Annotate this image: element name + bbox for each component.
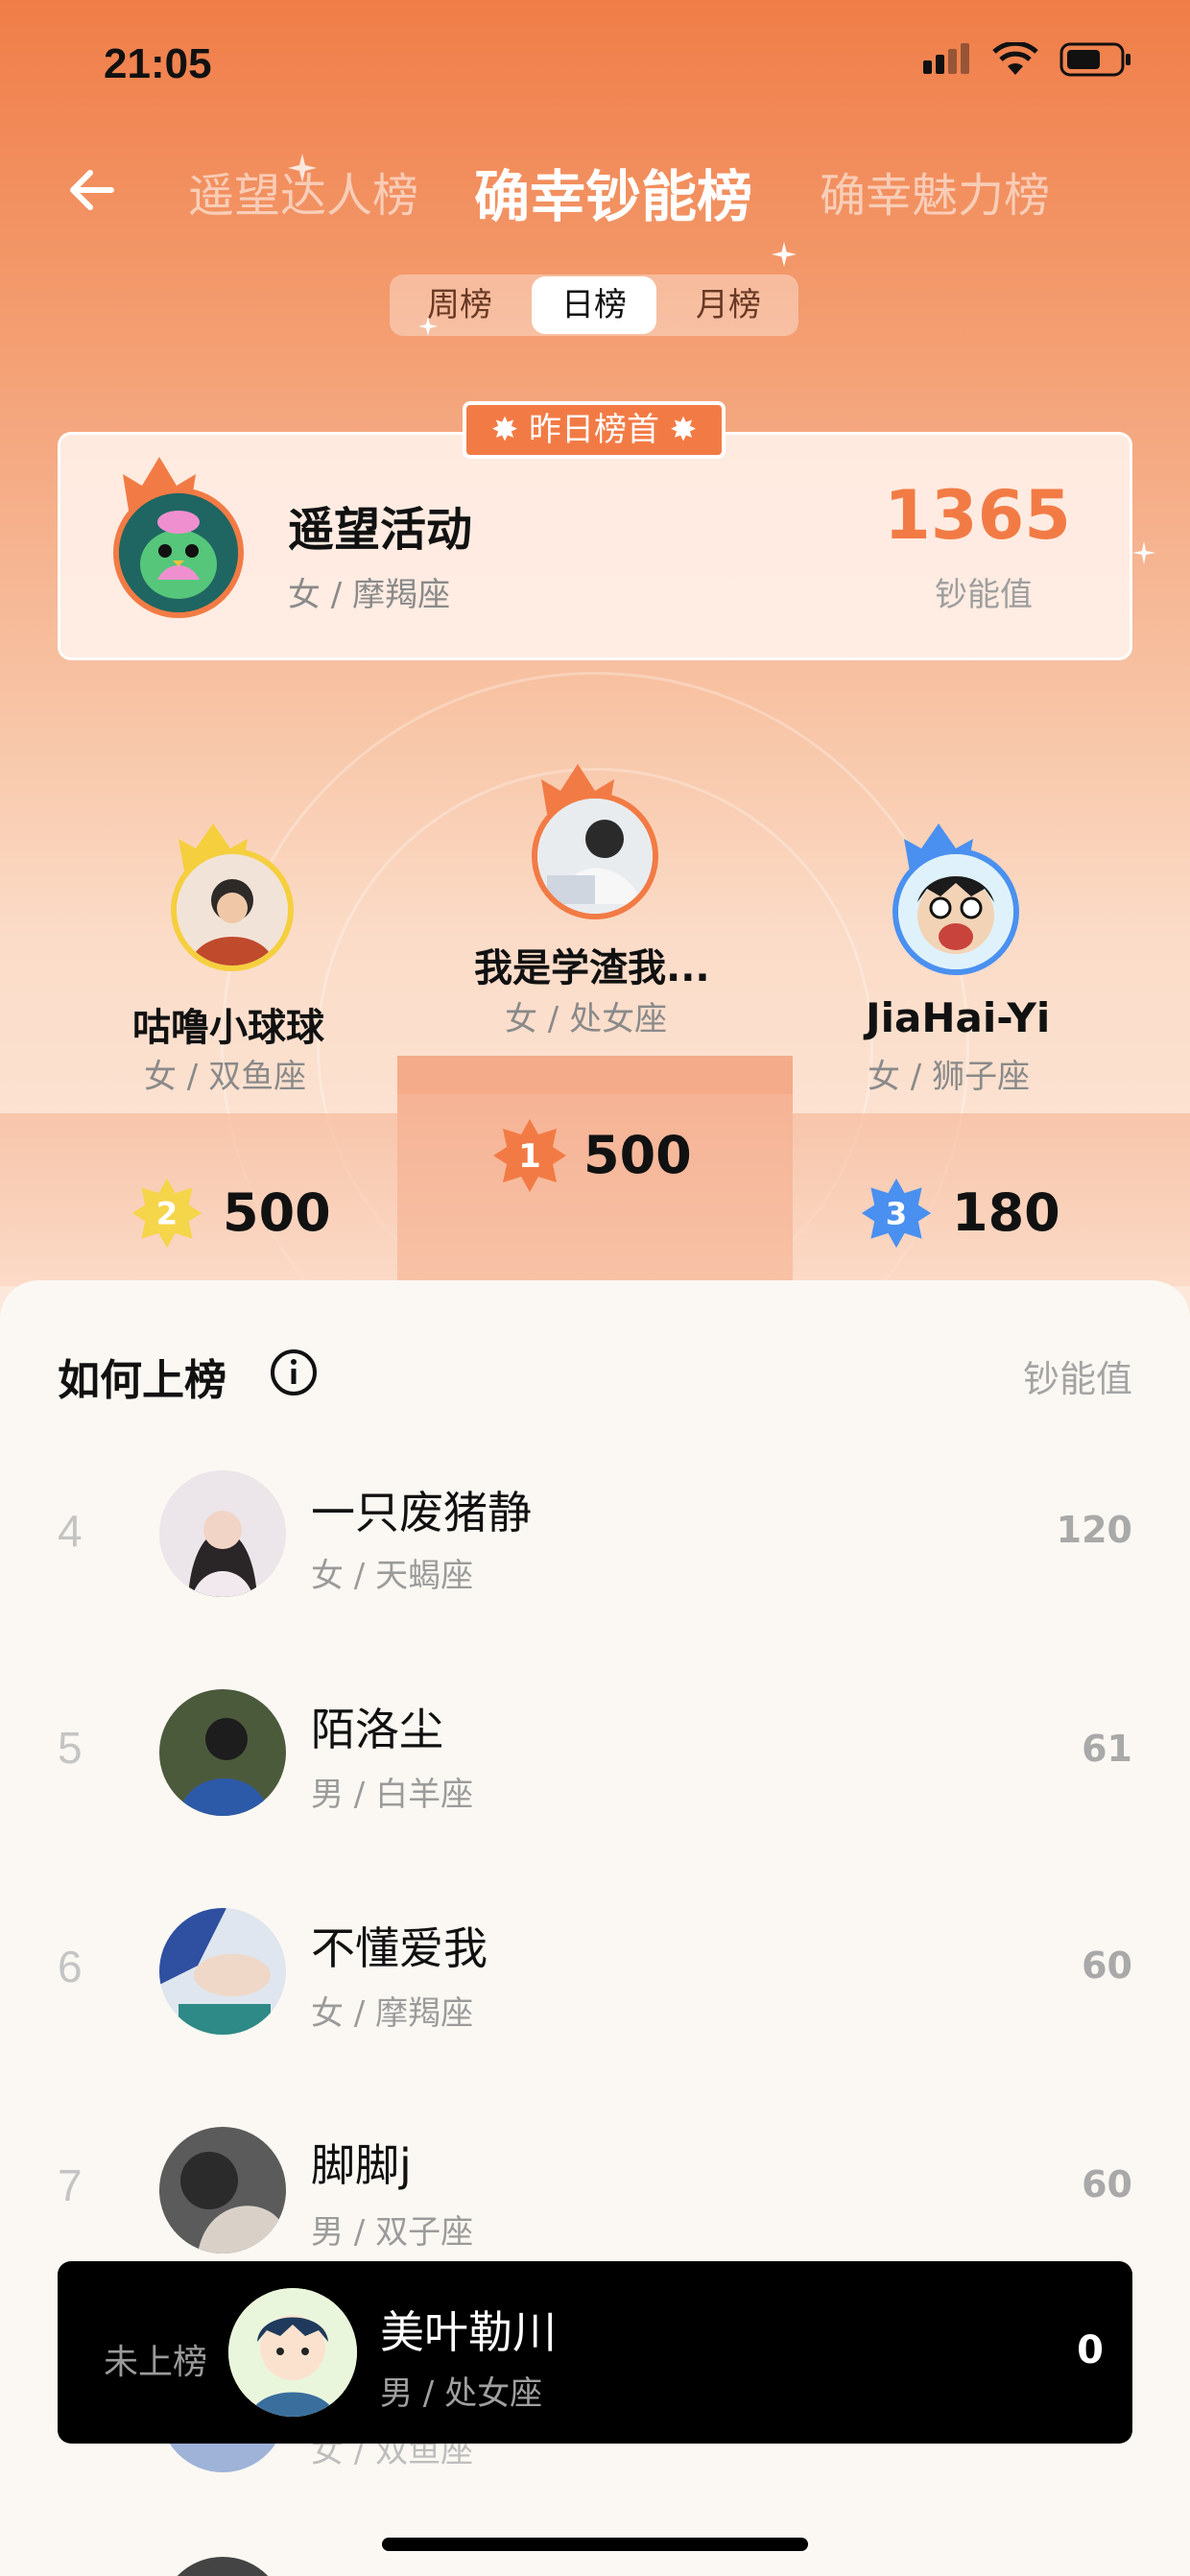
- podium-third-name: JiaHai-Yi: [866, 994, 1051, 1041]
- rank-3-badge-icon: 3: [861, 1178, 932, 1249]
- yesterday-top-sub: 女 / 摩羯座: [288, 576, 451, 614]
- avatar: [892, 848, 1019, 975]
- my-ranking-bar[interactable]: [58, 2261, 1132, 2444]
- row-score: 61: [1082, 1728, 1132, 1770]
- row-name: 一只废猪静: [311, 1487, 532, 1538]
- info-icon[interactable]: [269, 1348, 319, 1397]
- rank-1-badge-icon: 1: [493, 1119, 566, 1192]
- row-score: 60: [1082, 1944, 1132, 1987]
- avatar: [171, 848, 294, 971]
- podium-second-name: 咕噜小球球: [132, 1006, 324, 1050]
- battery-icon: [1059, 42, 1130, 77]
- avatar: [532, 793, 658, 919]
- row-sub: 男 / 白羊座: [311, 1776, 474, 1814]
- podium-third-sub: 女 / 狮子座: [868, 1058, 1031, 1096]
- row-sub: 女 / 摩羯座: [311, 1994, 474, 2033]
- tab-yaowang-talent[interactable]: 遥望达人榜: [188, 157, 418, 225]
- photo-avatar-icon: [159, 1470, 286, 1597]
- row-name: 脚脚j: [311, 2139, 412, 2191]
- period-selector: 周榜 日榜 月榜: [390, 274, 798, 336]
- yesterday-top-tag: ✸ 昨日榜首 ✸: [463, 401, 726, 459]
- back-arrow-icon[interactable]: [63, 161, 121, 219]
- podium-second-score: 500: [223, 1182, 331, 1243]
- avatar: [228, 2288, 357, 2417]
- my-name: 美叶勒川: [380, 2306, 557, 2358]
- period-monthly[interactable]: 月榜: [666, 276, 791, 334]
- status-icons: [923, 42, 1132, 77]
- row-rank: 6: [58, 1942, 83, 1992]
- podium-first-name: 我是学渣我...: [474, 946, 710, 990]
- cartoon-avatar-icon: [228, 2288, 357, 2417]
- home-indicator[interactable]: [382, 2538, 808, 2551]
- tab-charm[interactable]: 确幸魅力榜: [820, 157, 1050, 225]
- status-time: 21:05: [104, 40, 212, 87]
- rank-3-number: 3: [886, 1195, 907, 1231]
- yesterday-top-score-label: 钞能值: [935, 576, 1033, 614]
- yesterday-top-score: 1365: [884, 476, 1071, 555]
- rank-1-number: 1: [518, 1137, 541, 1176]
- avatar: [159, 1689, 286, 1816]
- my-status: 未上榜: [104, 2343, 208, 2382]
- sparkle-icon: [1132, 541, 1155, 564]
- podium-second-sub: 女 / 双鱼座: [144, 1058, 307, 1096]
- avatar: [113, 488, 244, 618]
- my-score: 0: [1077, 2328, 1104, 2373]
- row-name: 陌洛尘: [311, 1704, 443, 1755]
- row-rank: 5: [58, 1723, 83, 1773]
- avatar: [159, 1470, 286, 1597]
- avatar: [159, 2127, 286, 2254]
- tab-wealth[interactable]: 确幸钞能榜: [474, 152, 752, 232]
- photo-avatar-icon: [159, 1908, 286, 2035]
- row-sub: 女 / 天蝎座: [311, 1557, 474, 1595]
- photo-avatar-icon: [159, 1689, 286, 1816]
- cartoon-avatar-icon: [119, 493, 238, 612]
- score-column-label: 钞能值: [1022, 1358, 1132, 1400]
- row-name: 不懂爱我: [311, 1922, 488, 1974]
- sparkle-icon: [772, 242, 797, 267]
- row-rank: 7: [58, 2160, 83, 2210]
- row-score: 120: [1056, 1509, 1132, 1551]
- signal-icon: [923, 43, 969, 74]
- podium-first-score: 500: [583, 1125, 692, 1185]
- podium-first-sub: 女 / 处女座: [505, 1000, 668, 1038]
- period-weekly[interactable]: 周榜: [397, 276, 522, 334]
- avatar: [159, 1908, 286, 2035]
- yesterday-top-tag-label: 昨日榜首: [529, 411, 659, 449]
- podium-center-top: [397, 1056, 793, 1094]
- my-sub: 男 / 处女座: [380, 2374, 543, 2413]
- photo-avatar-icon: [159, 2127, 286, 2254]
- cartoon-avatar-icon: [898, 854, 1013, 969]
- how-to-rank-label[interactable]: 如何上榜: [58, 1346, 226, 1407]
- rank-2-number: 2: [156, 1195, 178, 1231]
- yesterday-top-name: 遥望活动: [288, 503, 473, 557]
- row-sub: 男 / 双子座: [311, 2213, 474, 2252]
- photo-avatar-icon: [537, 799, 653, 914]
- period-daily[interactable]: 日榜: [532, 276, 656, 334]
- rank-2-badge-icon: 2: [131, 1178, 202, 1249]
- wifi-icon: [992, 42, 1038, 75]
- row-score: 60: [1082, 2163, 1132, 2206]
- podium-third-score: 180: [952, 1182, 1060, 1243]
- photo-avatar-icon: [177, 854, 288, 966]
- row-rank: 4: [58, 1506, 83, 1556]
